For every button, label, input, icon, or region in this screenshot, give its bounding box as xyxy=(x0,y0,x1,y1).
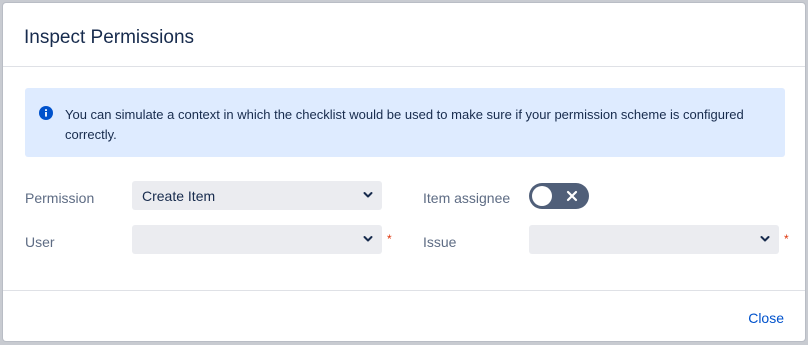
issue-label: Issue xyxy=(423,234,457,250)
permission-select-value: Create Item xyxy=(142,188,216,204)
close-icon xyxy=(566,190,578,202)
user-required-marker: * xyxy=(387,232,392,246)
footer-divider xyxy=(3,290,805,291)
inspect-permissions-dialog: Inspect Permissions You can simulate a c… xyxy=(3,3,805,341)
info-message-panel: You can simulate a context in which the … xyxy=(25,88,785,157)
issue-required-marker: * xyxy=(784,232,789,246)
dialog-title: Inspect Permissions xyxy=(24,27,195,48)
user-select[interactable] xyxy=(132,225,382,254)
close-button[interactable]: Close xyxy=(748,309,784,327)
chevron-down-icon xyxy=(363,236,373,242)
info-message-text: You can simulate a context in which the … xyxy=(65,107,744,142)
chevron-down-icon xyxy=(760,236,770,242)
toggle-knob xyxy=(532,186,552,206)
permission-label: Permission xyxy=(25,190,95,206)
dialog-header: Inspect Permissions xyxy=(3,3,805,67)
chevron-down-icon xyxy=(363,192,373,198)
item-assignee-label: Item assignee xyxy=(423,190,511,206)
user-label: User xyxy=(25,234,55,250)
item-assignee-toggle[interactable] xyxy=(529,183,589,209)
issue-select[interactable] xyxy=(529,225,779,254)
permission-select[interactable]: Create Item xyxy=(132,181,382,210)
info-icon xyxy=(39,106,53,120)
